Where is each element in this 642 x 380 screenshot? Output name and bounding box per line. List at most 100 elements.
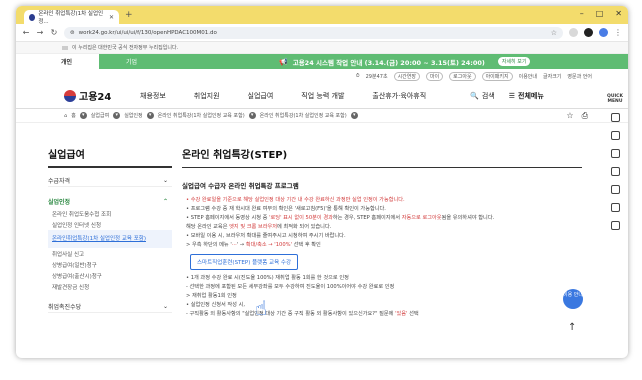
url-text: work24.go.kr/ui/ui/ui/f/130/openHPDAC100… bbox=[78, 29, 217, 36]
notice-line: • 수강 완료일을 기준으로 해당 실업인정 대상 기간 내 수강 완료하신 과… bbox=[186, 197, 405, 203]
grid-icon[interactable] bbox=[610, 203, 620, 212]
notice-line: - 선택한 과정에 포함된 모든 세부강좌를 모두 수강하여 진도율이 100%… bbox=[186, 284, 395, 290]
settings-icon[interactable] bbox=[610, 221, 620, 230]
search-label: 검색 bbox=[481, 91, 495, 100]
chevron-up-icon: ⌃ bbox=[162, 198, 168, 205]
address-bar[interactable]: ⊜ work24.go.kr/ui/ui/ui/f/130/openHPDAC1… bbox=[64, 26, 563, 39]
sidebar-subitem[interactable]: 온라인 취업도움수첩 조회 bbox=[48, 208, 172, 219]
logo-mark-icon bbox=[64, 89, 76, 102]
calendar-icon[interactable] bbox=[610, 167, 620, 176]
forward-icon[interactable]: → bbox=[36, 28, 44, 37]
browser-tab[interactable]: 온라인 취업특강(1차 실업인정... ✕ bbox=[24, 10, 119, 25]
maximize-icon[interactable]: □ bbox=[596, 9, 604, 18]
section-heading: 실업급여 수급자 온라인 취업특강 프로그램 bbox=[182, 182, 299, 190]
chevron-down-icon: ⌄ bbox=[162, 302, 168, 310]
browser-menu-icon[interactable]: ⋮ bbox=[614, 28, 622, 37]
breadcrumb-dropdown-icon[interactable]: ▾ bbox=[248, 112, 256, 119]
font-size-link[interactable]: 글자크기 bbox=[543, 73, 561, 80]
my-page-button[interactable]: 마이 bbox=[425, 71, 444, 81]
document-icon[interactable] bbox=[610, 113, 620, 122]
site-info-icon[interactable]: ⊜ bbox=[70, 30, 75, 36]
extend-time-button[interactable]: 시간연장 bbox=[393, 71, 420, 81]
announcement-area: 📢 고용24 시스템 작업 안내 (3.14.(금) 20:00 ~ 3.15(… bbox=[164, 54, 628, 69]
breadcrumb-benefits[interactable]: 실업급여 bbox=[91, 112, 109, 119]
home-icon[interactable]: ⌂ bbox=[64, 113, 67, 119]
clock-icon: ⏱ bbox=[355, 73, 360, 79]
sidebar-subitem[interactable]: 실업인정 인터넷 신청 bbox=[48, 219, 172, 230]
notice-line: - 구직활동 외 활동사항의 "실업인정 대상 기간 중 구직 활동 외 활동사… bbox=[182, 310, 582, 319]
menu-parental-leave[interactable]: 출산휴가·육아휴직 bbox=[372, 91, 426, 101]
breadcrumb: ⌂ 홈 ▾ 실업급여 ▾ 실업인정 ▾ 온라인 취업특강(1차 실업인정 교육 … bbox=[16, 109, 628, 123]
scroll-top-icon[interactable]: ↑ bbox=[568, 322, 576, 333]
favorite-star-icon[interactable]: ☆ bbox=[566, 111, 573, 121]
sidebar-item-certification[interactable]: 실업인정 ⌃ bbox=[48, 195, 172, 208]
usage-guide-button[interactable]: 이용 안내 bbox=[563, 289, 583, 309]
minimize-icon[interactable]: – bbox=[580, 9, 584, 18]
breadcrumb-dropdown-icon[interactable]: ▾ bbox=[79, 112, 87, 119]
chat-icon[interactable] bbox=[610, 131, 620, 140]
detail-button[interactable]: 자세히 보기 bbox=[497, 57, 531, 66]
sidebar-subitem[interactable]: 취업사실 신고 bbox=[48, 248, 172, 259]
monitor-icon[interactable] bbox=[610, 149, 620, 158]
sidebar-item-label: 취업촉진수당 bbox=[48, 303, 82, 311]
text-run: 선택 후 확인 bbox=[291, 242, 321, 248]
list-icon[interactable] bbox=[610, 185, 620, 194]
utility-bar: ⏱ 29분47초 시간연장 마이 로그아웃 아이패키지 이용안내 글자크기 영문… bbox=[16, 69, 628, 83]
text-run: - 구직활동 외 활동사항의 "실업인정 대상 기간 중 구직 활동 외 활동사… bbox=[186, 311, 396, 317]
chevron-down-icon: ⌄ bbox=[162, 176, 168, 184]
notice-line: • 프로그램 수강 중 재 학시대 완료 여부의 확인은 '새로고침(F5)'을… bbox=[186, 206, 386, 212]
notice-line: • 1개 과정 수강 완료 시(진도율 100%) 재취업 활동 1회를 한 것… bbox=[186, 275, 349, 281]
step-course-button[interactable]: 스마트직업훈련(STEP) 플랫폼 교육 수강 bbox=[190, 254, 299, 270]
pointer-hand-icon: ☝ bbox=[255, 296, 268, 320]
close-tab-icon[interactable]: ✕ bbox=[109, 14, 114, 21]
highlight-text: '있음' bbox=[395, 311, 408, 317]
browser-tab-strip: 온라인 취업특강(1차 실업인정... ✕ + – □ ✕ bbox=[16, 6, 628, 25]
announcement-text[interactable]: 고용24 시스템 작업 안내 (3.14.(금) 20:00 ~ 3.15(토)… bbox=[293, 57, 485, 67]
usage-guide-link[interactable]: 이용안내 bbox=[519, 73, 537, 80]
breadcrumb-home[interactable]: 홈 bbox=[71, 112, 76, 119]
sidebar-item-eligibility[interactable]: 수급자격 ⌄ bbox=[48, 174, 172, 187]
breadcrumb-dropdown-icon[interactable]: ▾ bbox=[113, 112, 121, 119]
breadcrumb-current[interactable]: 온라인 취업특강(1차 실업인정 교육 포함) bbox=[260, 112, 347, 119]
menu-employment-support[interactable]: 취업지원 bbox=[194, 91, 220, 101]
breadcrumb-certification[interactable]: 실업인정 bbox=[124, 112, 142, 119]
close-window-icon[interactable]: ✕ bbox=[615, 9, 622, 18]
sidebar-subitem[interactable]: 상병급여(일반)청구 bbox=[48, 259, 172, 270]
account-icon[interactable] bbox=[599, 28, 608, 37]
site-logo[interactable]: 고용24 bbox=[64, 88, 140, 103]
print-icon[interactable]: ⎙ bbox=[582, 111, 588, 121]
tab-company[interactable]: 기업 bbox=[99, 54, 164, 69]
window-controls: – □ ✕ bbox=[580, 9, 622, 18]
logout-button[interactable]: 로그아웃 bbox=[449, 71, 476, 81]
search-button[interactable]: 🔍 검색 bbox=[470, 91, 495, 101]
profile-icon[interactable] bbox=[584, 28, 593, 37]
language-link[interactable]: 영문과 언어 bbox=[567, 73, 592, 80]
breadcrumb-dropdown-icon[interactable]: ▾ bbox=[146, 112, 154, 119]
sidebar-item-job-promotion[interactable]: 취업촉진수당 ⌄ bbox=[48, 300, 172, 313]
breadcrumb-course[interactable]: 온라인 취업특강(1차 실업인정 교육 포함) bbox=[158, 112, 245, 119]
sidebar-item-label: 실업인정 bbox=[48, 199, 71, 206]
highlight-text: 엣지 및 크롬 브라우저 bbox=[229, 224, 278, 230]
breadcrumb-dropdown-icon[interactable]: ▾ bbox=[350, 112, 358, 119]
quick-menu-label: QUICK MENU bbox=[607, 94, 623, 104]
tab-personal[interactable]: 개인 bbox=[34, 54, 99, 69]
notice-line: 해당 온라인 교육은 엣지 및 크롬 브라우저에 최적화 되어 있습니다. bbox=[182, 223, 582, 232]
extension-icon[interactable] bbox=[569, 28, 578, 37]
all-menu-button[interactable]: ☰ 전체메뉴 bbox=[509, 91, 544, 101]
text-run: • STEP 홈페이지에서 동영상 시청 중 bbox=[186, 215, 270, 221]
menu-unemployment-benefits[interactable]: 실업급여 bbox=[248, 91, 274, 101]
bookmark-star-icon[interactable]: ☆ bbox=[551, 29, 557, 37]
sidebar-subitem-active[interactable]: 온라인취업특강(1차 실업인정 교육 포함) bbox=[48, 230, 172, 248]
sidebar-subitem[interactable]: 상병급여(출산시)청구 bbox=[48, 270, 172, 281]
notice-line: • STEP 홈페이지에서 동영상 시청 중 '로딩' 표시 없이 50분이 경… bbox=[182, 214, 582, 223]
new-tab-button[interactable]: + bbox=[125, 10, 133, 20]
text-run: 선택 bbox=[407, 311, 419, 317]
sidebar-subitem[interactable]: 재발견장금 신청 bbox=[48, 281, 172, 292]
ipackage-button[interactable]: 아이패키지 bbox=[481, 71, 513, 81]
text-run: ' → bbox=[236, 242, 246, 248]
menu-job-info[interactable]: 채용정보 bbox=[140, 91, 166, 101]
back-icon[interactable]: ← bbox=[22, 28, 30, 37]
text-run: 하는 경우, STEP 홈페이지에서 bbox=[332, 215, 402, 221]
menu-skills-development[interactable]: 직업 능력 개발 bbox=[301, 91, 344, 101]
reload-icon[interactable]: ↻ bbox=[50, 28, 58, 37]
